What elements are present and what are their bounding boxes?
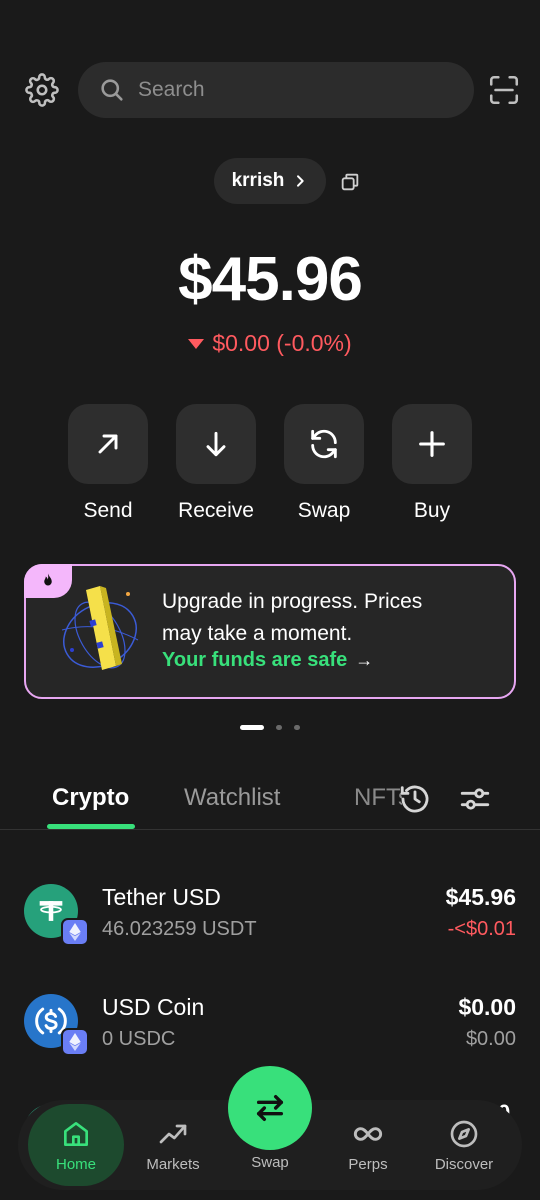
banner-link-text: Your funds are safe [162, 649, 348, 671]
carousel-dot[interactable] [276, 725, 282, 730]
scan-button[interactable] [482, 68, 526, 112]
arrow-up-right-icon [98, 434, 118, 454]
infinity-icon [353, 1126, 383, 1141]
buy-button[interactable]: Buy [392, 404, 472, 523]
search-icon [101, 79, 123, 101]
balance-change: $0.00 (-0.0%) [0, 330, 540, 357]
receive-button[interactable]: Receive [176, 404, 256, 523]
compass-icon [450, 1120, 478, 1147]
swap-button-box[interactable] [284, 404, 364, 484]
tab-watchlist[interactable]: Watchlist [184, 784, 280, 812]
nav-perps-label: Perps [348, 1155, 388, 1173]
refresh-icon [311, 429, 337, 459]
ethereum-icon [61, 1028, 89, 1056]
sliders-icon [460, 788, 490, 810]
copy-icon [341, 173, 359, 191]
history-icon [400, 785, 429, 813]
ethereum-icon [61, 918, 89, 946]
home-icon [63, 1121, 88, 1146]
banner-text: Upgrade in progress. Prices may take a m… [162, 586, 492, 650]
nav-perps[interactable]: Perps [320, 1104, 416, 1186]
gear-icon [25, 73, 59, 107]
upgrade-illustration [61, 586, 139, 670]
search-input[interactable]: Search [78, 62, 474, 118]
asset-amount: 0 USDC [102, 1028, 176, 1050]
filter-button[interactable] [454, 778, 496, 820]
carousel-dot[interactable] [294, 725, 300, 730]
banner-line-1: Upgrade in progress. Prices [162, 590, 423, 613]
history-button[interactable] [394, 778, 436, 820]
account-name: krrish [231, 170, 285, 191]
plus-icon [419, 431, 445, 457]
swap-arrows-icon [256, 1094, 284, 1122]
down-triangle-icon [188, 338, 205, 349]
balance-change-value: $0.00 (-0.0%) [212, 330, 352, 356]
settings-button[interactable] [20, 68, 64, 112]
asset-amount: 46.023259 USDT [102, 918, 257, 940]
asset-change: -<$0.01 [447, 918, 516, 940]
nav-markets[interactable]: Markets [125, 1104, 221, 1186]
nav-discover-label: Discover [434, 1155, 494, 1173]
trending-up-icon [159, 1124, 187, 1143]
account-selector[interactable]: krrish [214, 158, 326, 204]
nav-home[interactable]: Home [28, 1104, 124, 1186]
asset-value: $0.00 [458, 994, 516, 1020]
copy-address-button[interactable] [336, 168, 364, 196]
arrow-down-icon [206, 431, 226, 457]
banner-line-2: may take a moment. [162, 622, 353, 645]
send-label: Send [83, 499, 133, 522]
swap-label: Swap [297, 499, 351, 522]
carousel-dot-active[interactable] [240, 725, 264, 730]
buy-label: Buy [413, 499, 451, 522]
nav-home-label: Home [55, 1155, 96, 1173]
nav-swap-label: Swap [251, 1154, 289, 1171]
banner-link[interactable]: Your funds are safe → [162, 649, 373, 672]
tab-crypto[interactable]: Crypto [52, 784, 129, 812]
asset-row-usdt[interactable]: Tether USD 46.023259 USDT $45.96 -<$0.01 [0, 884, 540, 974]
send-button-box[interactable] [68, 404, 148, 484]
search-placeholder: Search [138, 78, 205, 101]
tabs-divider [0, 829, 540, 830]
asset-name: USD Coin [102, 994, 205, 1020]
scan-icon [489, 75, 519, 105]
arrow-right-icon: → [355, 650, 374, 670]
asset-change: $0.00 [465, 1028, 516, 1050]
asset-value: $45.96 [445, 884, 516, 910]
nav-swap-button[interactable] [228, 1066, 312, 1150]
nav-discover[interactable]: Discover [416, 1104, 512, 1186]
total-balance: $45.96 [178, 245, 363, 314]
receive-label: Receive [178, 499, 254, 522]
buy-button-box[interactable] [392, 404, 472, 484]
nav-markets-label: Markets [146, 1155, 200, 1173]
receive-button-box[interactable] [176, 404, 256, 484]
swap-action-button[interactable]: Swap [284, 404, 364, 523]
chevron-right-icon [297, 175, 305, 187]
asset-name: Tether USD [102, 884, 221, 910]
send-button[interactable]: Send [68, 404, 148, 523]
